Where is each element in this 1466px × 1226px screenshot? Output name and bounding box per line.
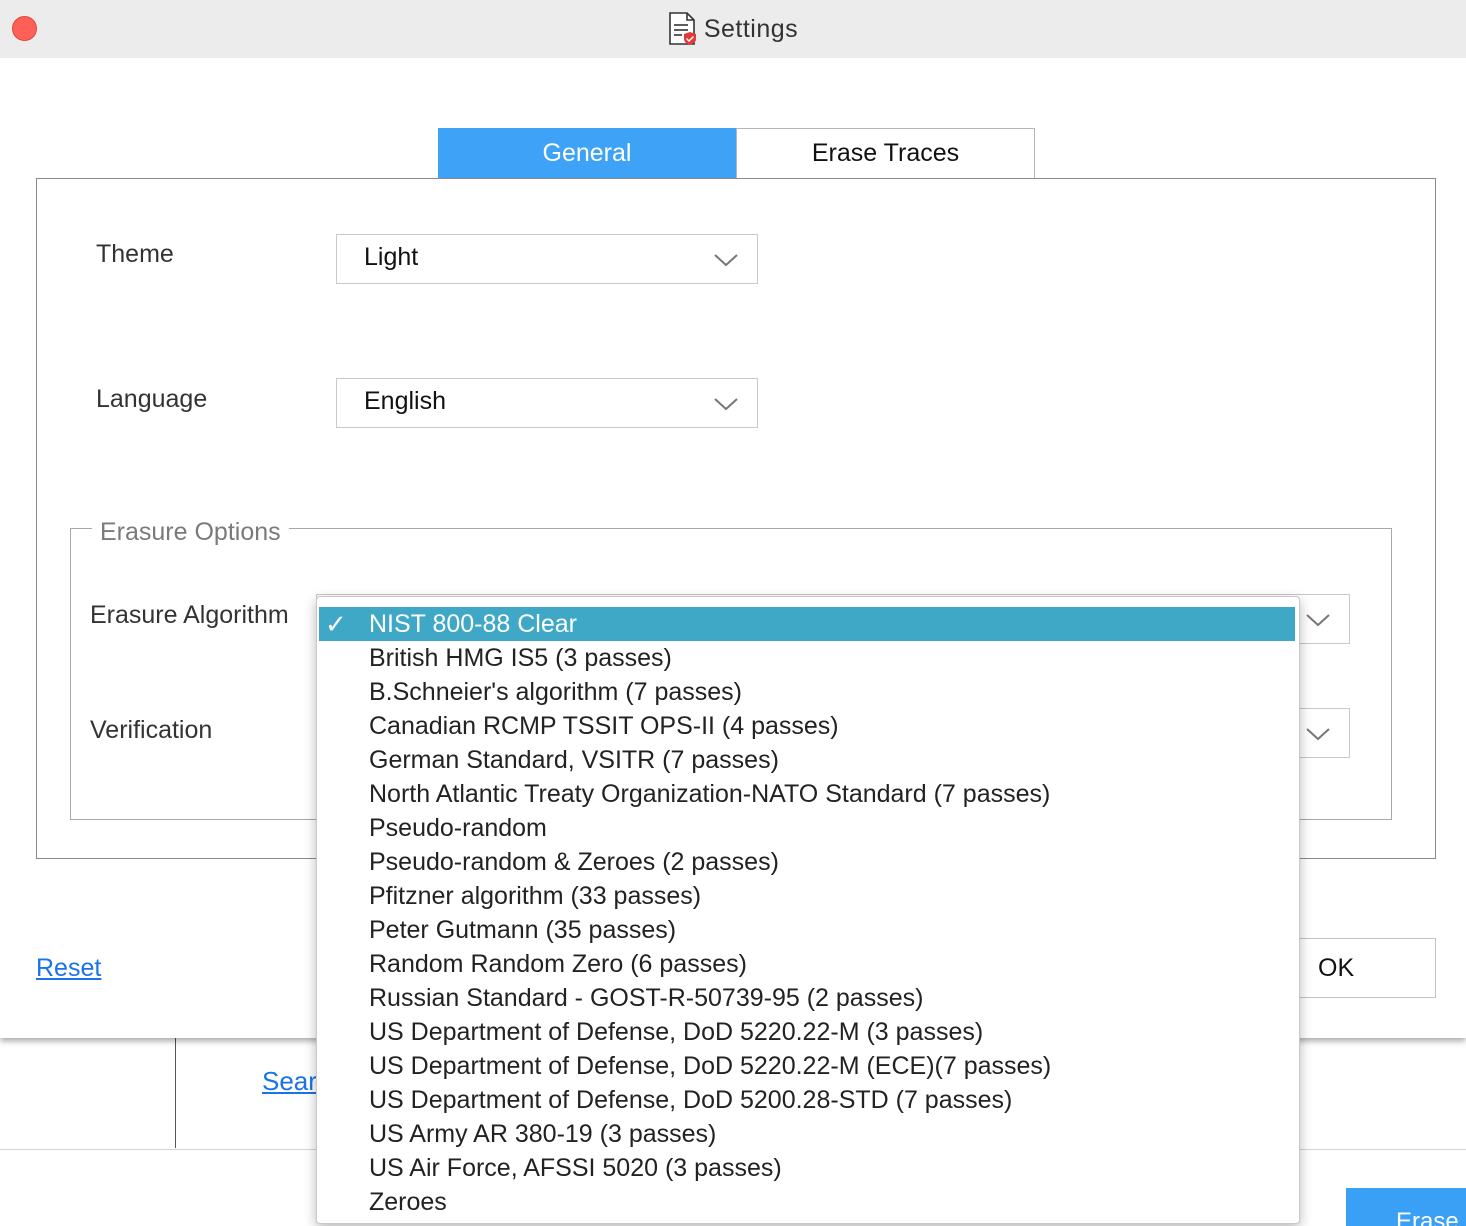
window-title: Settings xyxy=(703,14,799,43)
dropdown-item[interactable]: Pseudo-random xyxy=(319,811,1295,845)
theme-select-value: Light xyxy=(364,243,419,271)
document-shield-icon xyxy=(669,12,696,45)
dropdown-item[interactable]: German Standard, VSITR (7 passes) xyxy=(319,743,1295,777)
background-divider-vertical xyxy=(175,1036,176,1148)
theme-select[interactable]: Light xyxy=(336,234,758,284)
chevron-down-icon xyxy=(714,398,738,411)
dropdown-item[interactable]: US Air Force, AFSSI 5020 (3 passes) xyxy=(319,1151,1295,1185)
tab-general[interactable]: General xyxy=(438,128,736,178)
background-search-link[interactable]: Sear xyxy=(262,1066,317,1097)
dropdown-item[interactable]: US Department of Defense, DoD 5220.22-M … xyxy=(319,1015,1295,1049)
chevron-down-icon xyxy=(1306,614,1330,627)
dropdown-item[interactable]: Random Random Zero (6 passes) xyxy=(319,947,1295,981)
dropdown-item[interactable]: Zeroes xyxy=(319,1185,1295,1219)
tab-erase-traces[interactable]: Erase Traces xyxy=(736,128,1035,178)
language-select[interactable]: English xyxy=(336,378,758,428)
ok-button[interactable]: OK xyxy=(1297,938,1436,998)
erasure-options-title: Erasure Options xyxy=(92,518,289,547)
dropdown-item[interactable]: Pseudo-random & Zeroes (2 passes) xyxy=(319,845,1295,879)
verification-label: Verification xyxy=(90,716,213,744)
checkmark-icon: ✓ xyxy=(325,609,347,639)
language-label: Language xyxy=(96,385,208,413)
window-title-group: Settings xyxy=(0,0,1466,58)
reset-link[interactable]: Reset xyxy=(36,954,101,983)
dropdown-item[interactable]: US Army AR 380-19 (3 passes) xyxy=(319,1117,1295,1151)
dropdown-item[interactable]: Pfitzner algorithm (33 passes) xyxy=(319,879,1295,913)
theme-label: Theme xyxy=(96,240,174,268)
dropdown-item[interactable]: British HMG IS5 (3 passes) xyxy=(319,641,1295,675)
dropdown-item[interactable]: US Department of Defense, DoD 5220.22-M … xyxy=(319,1049,1295,1083)
dropdown-item[interactable]: North Atlantic Treaty Organization-NATO … xyxy=(319,777,1295,811)
chevron-down-icon xyxy=(1306,728,1330,741)
dropdown-item[interactable]: Russian Standard - GOST-R-50739-95 (2 pa… xyxy=(319,981,1295,1015)
dropdown-item[interactable]: Peter Gutmann (35 passes) xyxy=(319,913,1295,947)
chevron-down-icon xyxy=(714,254,738,267)
dropdown-item-nist-800-88-clear[interactable]: ✓ NIST 800-88 Clear xyxy=(319,607,1295,641)
language-select-value: English xyxy=(364,387,446,415)
title-bar: Settings xyxy=(0,0,1466,58)
dropdown-item[interactable]: Canadian RCMP TSSIT OPS-II (4 passes) xyxy=(319,709,1295,743)
erasure-algorithm-label: Erasure Algorithm xyxy=(90,601,289,629)
dropdown-item-label: NIST 800-88 Clear xyxy=(369,610,577,638)
background-erase-button[interactable]: Erase xyxy=(1346,1188,1466,1226)
dropdown-item[interactable]: B.Schneier's algorithm (7 passes) xyxy=(319,675,1295,709)
erasure-algorithm-dropdown: ✓ NIST 800-88 Clear British HMG IS5 (3 p… xyxy=(316,596,1300,1224)
dropdown-item[interactable]: US Department of Defense, DoD 5200.28-ST… xyxy=(319,1083,1295,1117)
